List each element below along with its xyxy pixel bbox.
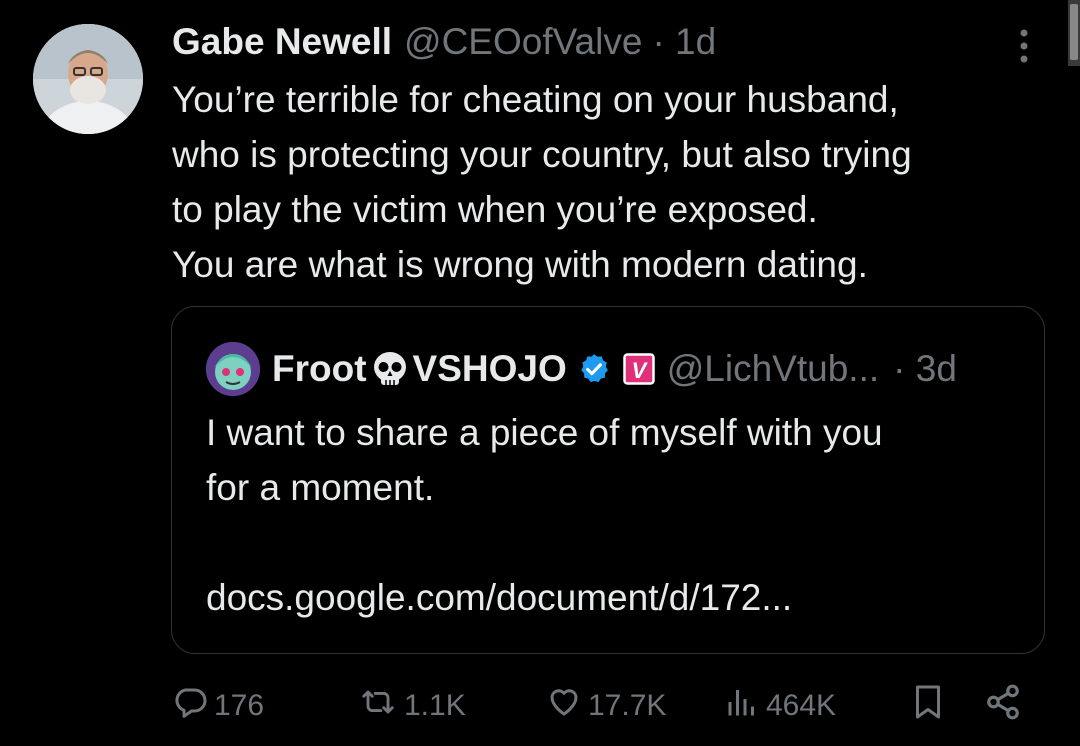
more-icon[interactable] (1012, 26, 1036, 66)
tweet-time[interactable]: · 1d (652, 21, 716, 63)
quoted-tweet-header: Froot VSHOJO V @LichVtub... · 3d (206, 341, 957, 397)
quoted-author-handle[interactable]: @LichVtub... (667, 348, 879, 390)
views-button[interactable]: 464K (724, 680, 836, 732)
like-icon (546, 684, 588, 728)
scrollbar-thumb[interactable] (1070, 4, 1078, 60)
views-count: 464K (766, 689, 837, 722)
share-button[interactable] (984, 680, 1028, 732)
like-count: 17.7K (588, 689, 667, 722)
quoted-tweet-time[interactable]: · 3d (893, 348, 957, 390)
quoted-text-line: I want to share a piece of myself with y… (206, 412, 883, 453)
tweet-text-line: who is protecting your country, but also… (172, 134, 912, 175)
share-icon (984, 683, 1028, 729)
reply-icon (172, 684, 214, 728)
scrollbar[interactable] (1068, 0, 1080, 66)
repost-icon (358, 684, 404, 728)
quoted-author-avatar[interactable] (206, 342, 260, 396)
quoted-author-name-part1: Froot (272, 347, 367, 389)
affiliate-badge-icon[interactable]: V (623, 353, 655, 385)
quoted-text-line (206, 515, 1026, 570)
action-bar: 176 1.1K 17.7K 464K (172, 680, 1032, 732)
quoted-tweet[interactable]: Froot VSHOJO V @LichVtub... · 3d I want … (171, 306, 1045, 654)
tweet-header: Gabe Newell @CEOofValve · 1d (172, 18, 716, 66)
tweet: Gabe Newell @CEOofValve · 1d You’re terr… (0, 0, 1080, 746)
reply-count: 176 (214, 689, 265, 722)
repost-count: 1.1K (404, 689, 466, 722)
author-name[interactable]: Gabe Newell (172, 21, 392, 63)
tweet-text-line: You’re terrible for cheating on your hus… (172, 79, 899, 120)
bookmark-icon (910, 682, 952, 730)
reply-button[interactable]: 176 (172, 680, 264, 732)
author-handle[interactable]: @CEOofValve (404, 21, 642, 63)
verified-badge-icon[interactable] (577, 352, 611, 386)
tweet-text-line: to play the victim when you’re exposed. (172, 189, 818, 230)
bookmark-button[interactable] (910, 680, 952, 732)
quoted-author-name-part2: VSHOJO (412, 347, 567, 389)
affiliate-badge-label: V (631, 358, 648, 383)
author-avatar[interactable] (33, 24, 143, 134)
skull-icon (369, 347, 411, 391)
views-icon (724, 684, 766, 728)
quoted-author-name[interactable]: Froot VSHOJO (272, 347, 567, 391)
quoted-text-line: for a moment. (206, 467, 435, 508)
like-button[interactable]: 17.7K (546, 680, 666, 732)
quoted-tweet-link[interactable]: docs.google.com/document/d/172... (206, 570, 1026, 625)
tweet-text: You’re terrible for cheating on your hus… (172, 72, 1052, 292)
repost-button[interactable]: 1.1K (358, 680, 466, 732)
quoted-tweet-text: I want to share a piece of myself with y… (206, 405, 1026, 625)
tweet-text-line: You are what is wrong with modern dating… (172, 244, 868, 285)
